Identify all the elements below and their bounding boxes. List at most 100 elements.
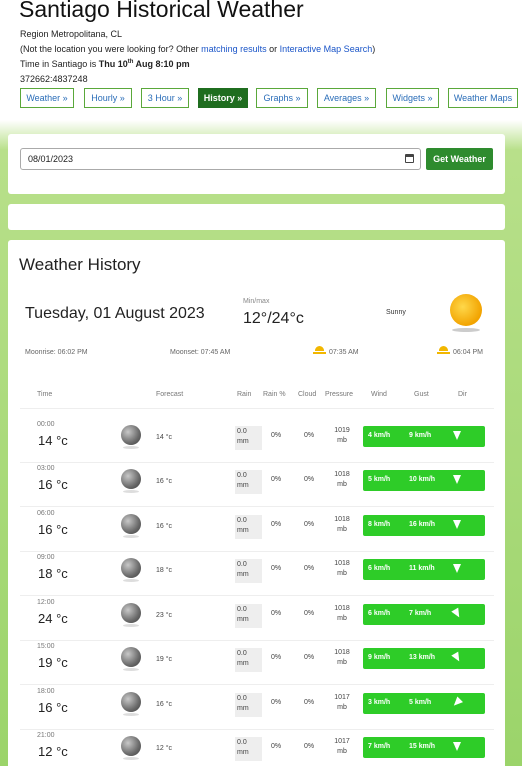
row-forecast: 16 °c [156, 701, 173, 708]
row-gust: 9 km/h [409, 432, 432, 439]
row-gust: 5 km/h [409, 699, 432, 706]
rain-unit: mm [237, 616, 249, 623]
notice-suffix: ) [372, 44, 376, 54]
pressure-unit: mb [337, 570, 347, 577]
row-rain: 0.0 mm [235, 559, 262, 583]
wind-direction-icon [453, 742, 461, 751]
moon-icon-shadow [123, 757, 139, 760]
sunrise-icon [313, 343, 326, 356]
row-rain: 0.0 mm [235, 470, 262, 494]
time-prefix: Time in Santiago is [20, 59, 99, 69]
sun-icon-shadow [452, 328, 480, 332]
calendar-icon[interactable] [405, 154, 414, 163]
col-rain: Rain [237, 391, 252, 398]
row-rain-pct: 0% [271, 432, 282, 439]
row-cloud: 0% [304, 654, 315, 661]
nav-graphs[interactable]: Graphs » [256, 88, 308, 108]
row-time: 21:00 [37, 732, 55, 739]
moon-icon [121, 469, 141, 489]
notice-prefix: (Not the location you were looking for? … [20, 44, 202, 54]
row-wind: 8 km/h [368, 521, 391, 528]
row-wind: 6 km/h [368, 610, 391, 617]
moonset-label: Moonset: 07:45 AM [170, 349, 231, 356]
row-forecast: 18 °c [156, 567, 173, 574]
table-row: 00:00 14 °c 14 °c 0.0 mm 0% 0% 1019 mb 4 km/h 9 km… [20, 419, 494, 463]
region-label: Region Metropolitana, CL [20, 29, 123, 39]
coords-label: 372662:4837248 [20, 74, 88, 84]
page-title: Santiago Historical Weather [19, 0, 304, 22]
row-wind: 9 km/h [368, 654, 391, 661]
wind-bar: 3 km/h 5 km/h [363, 693, 485, 714]
row-rain-pct: 0% [271, 521, 282, 528]
pressure-value: 1018 [334, 471, 350, 478]
row-gust: 13 km/h [409, 654, 436, 661]
rain-value: 0.0 [237, 650, 247, 657]
sunrise-time: 07:35 AM [329, 349, 359, 356]
row-cloud: 0% [304, 476, 315, 483]
row-forecast: 12 °c [156, 745, 173, 752]
row-gust: 11 km/h [409, 565, 435, 572]
rain-unit: mm [237, 749, 249, 756]
row-wind: 7 km/h [368, 743, 391, 750]
row-rain: 0.0 mm [235, 693, 262, 717]
get-weather-button[interactable]: Get Weather [426, 148, 493, 170]
row-time: 18:00 [37, 688, 55, 695]
row-time: 09:00 [37, 554, 55, 561]
row-pressure: 1019 mb [332, 426, 352, 446]
col-cloud: Cloud [298, 391, 317, 398]
empty-card [8, 204, 505, 230]
col-dir: Dir [458, 391, 467, 398]
header-divider [20, 408, 494, 409]
rain-value: 0.0 [237, 517, 247, 524]
row-rain-pct: 0% [271, 743, 282, 750]
pressure-value: 1017 [334, 738, 350, 745]
moon-icon [121, 425, 141, 445]
row-cloud: 0% [304, 432, 315, 439]
wind-direction-icon [450, 696, 464, 709]
pressure-value: 1018 [334, 649, 350, 656]
nav-hourly[interactable]: Hourly » [84, 88, 132, 108]
nav-widgets[interactable]: Widgets » [386, 88, 439, 108]
wind-direction-icon [453, 431, 461, 440]
local-time: Time in Santiago is Thu 10th Aug 8:10 pm [20, 59, 190, 69]
pressure-unit: mb [337, 704, 347, 711]
date-input[interactable]: 08/01/2023 [20, 148, 421, 170]
time-rest: Aug 8:10 pm [133, 59, 190, 69]
nav-averages[interactable]: Averages » [317, 88, 376, 108]
wind-bar: 6 km/h 7 km/h [363, 604, 485, 625]
rain-unit: mm [237, 482, 249, 489]
rain-value: 0.0 [237, 739, 247, 746]
moon-icon-shadow [123, 624, 139, 627]
row-time: 03:00 [37, 465, 55, 472]
rain-unit: mm [237, 571, 249, 578]
wind-bar: 6 km/h 11 km/h [363, 559, 485, 580]
nav-history[interactable]: History » [198, 88, 248, 108]
rain-unit: mm [237, 660, 249, 667]
moon-icon-shadow [123, 490, 139, 493]
row-forecast: 14 °c [156, 434, 173, 441]
row-time: 06:00 [37, 510, 55, 517]
nav-3hour[interactable]: 3 Hour » [141, 88, 189, 108]
col-forecast: Forecast [156, 391, 184, 398]
nav-weather-maps[interactable]: Weather Maps [448, 88, 518, 108]
pressure-value: 1018 [334, 605, 350, 612]
table-row: 03:00 16 °c 16 °c 0.0 mm 0% 0% 1018 mb 5 km/h 10 k… [20, 463, 494, 507]
moonrise-label: Moonrise: 06:02 PM [25, 349, 88, 356]
rain-value: 0.0 [237, 428, 247, 435]
moon-icon-shadow [123, 713, 139, 716]
nav-weather[interactable]: Weather » [20, 88, 74, 108]
moon-icon-shadow [123, 668, 139, 671]
rain-value: 0.0 [237, 472, 247, 479]
col-wind: Wind [371, 391, 387, 398]
row-wind: 3 km/h [368, 699, 391, 706]
row-pressure: 1017 mb [332, 693, 352, 713]
matching-results-link[interactable]: matching results [201, 44, 267, 54]
pressure-value: 1018 [334, 516, 350, 523]
col-pressure: Pressure [325, 391, 354, 398]
pressure-unit: mb [337, 659, 347, 666]
row-cloud: 0% [304, 521, 315, 528]
pressure-value: 1017 [334, 694, 350, 701]
interactive-map-link[interactable]: Interactive Map Search [280, 44, 373, 54]
row-cloud: 0% [304, 743, 315, 750]
minmax-value: 12°/24°c [243, 310, 304, 327]
